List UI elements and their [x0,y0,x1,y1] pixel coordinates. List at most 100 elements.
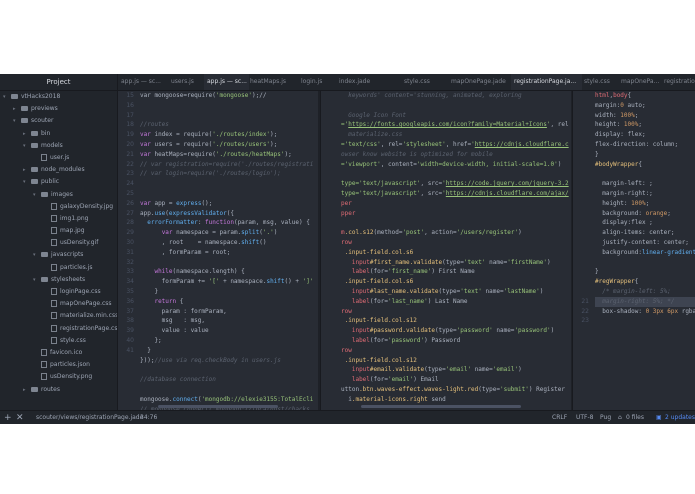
code-line[interactable]: per [341,199,571,209]
tab-5[interactable]: index.jade [336,74,401,90]
code-line[interactable]: row [341,238,571,248]
code-line[interactable]: owser know website is optimized for mobi… [341,150,571,160]
chevron-down-icon[interactable]: ▾ [33,249,41,261]
code-line[interactable]: i.material-icons.right send [341,395,571,405]
code-line[interactable]: keywords' content='stunning, animated, e… [341,91,571,101]
code-line[interactable]: row [341,307,571,317]
code-line[interactable]: // var registration=require('./routes/re… [140,160,318,170]
tree-file[interactable]: loginPage.css [0,286,117,298]
tree-folder[interactable]: ▸ node_modules [0,164,117,176]
code-line[interactable]: // var login=require('./routes/login'); [140,169,318,179]
file-path[interactable]: scouter/views/registrationPage.jade [36,411,143,424]
code-line[interactable]: } [140,287,318,297]
code-line[interactable]: param : formParam, [140,307,318,317]
code-line[interactable]: var mongoose=require('mongoose');// [140,91,318,101]
line-ending[interactable]: CRLF [552,411,567,424]
code-line[interactable] [140,111,318,121]
code-line[interactable]: height: 100%; [595,120,695,130]
code-line[interactable] [140,385,318,395]
tab-0[interactable]: app.js — sc... [118,74,169,90]
tree-file[interactable]: galaxyDensity.jpg [0,201,117,213]
code-line[interactable]: display:flex ; [595,218,695,228]
tab-8[interactable]: registrationPage.ja... [511,74,582,90]
code-line[interactable]: app.use(expressValidator({ [140,209,318,219]
code-line[interactable]: height: 100%; [595,199,695,209]
encoding[interactable]: UTF-8 [576,411,594,424]
code-line[interactable]: var users = require('./routes/users'); [140,140,318,150]
tree-folder[interactable]: ▾ scouter [0,115,117,127]
updates-count[interactable]: 2 updates [665,411,695,424]
code-line[interactable]: var namespace = param.split('.') [140,228,318,238]
code-line[interactable]: msg : msg, [140,316,318,326]
code-line[interactable]: pper [341,209,571,219]
tree-folder[interactable]: ▾ models [0,140,117,152]
code-line[interactable] [341,218,571,228]
cursor-position[interactable]: 34:76 [140,411,157,424]
code-line[interactable] [140,179,318,189]
tree-file[interactable]: img1.png [0,213,117,225]
code-line[interactable]: label(for='last_name') Last Name [341,297,571,307]
tab-11[interactable]: registration [661,74,695,90]
tab-1[interactable]: users.js [168,74,205,90]
tree-file[interactable]: user.js [0,152,117,164]
tree-folder[interactable]: ▾ stylesheets [0,274,117,286]
editor-pane-style-css[interactable]: 21 22 23 html,body{margin:0 auto; width: 10… [572,91,695,410]
code-line[interactable]: input#email.validate(type='email' name='… [341,365,571,375]
code-line[interactable] [341,169,571,179]
chevron-down-icon[interactable]: ▾ [3,91,11,103]
tree-file[interactable]: usDensity.png [0,371,117,383]
code-line[interactable]: input#password.validate(type='password' … [341,326,571,336]
tab-2[interactable]: app.js — sc... [204,74,249,90]
tree-file[interactable]: usDensity.gif [0,237,117,249]
chevron-down-icon[interactable]: ▾ [33,274,41,286]
code-area[interactable]: keywords' content='stunning, animated, e… [341,91,571,405]
code-line[interactable]: }; [140,336,318,346]
code-line[interactable]: ='https://fonts.googleapis.com/icon?fami… [341,120,571,130]
code-line[interactable]: align-items: center; [595,228,695,238]
code-line[interactable] [140,101,318,111]
code-line[interactable]: .input-field.col.s6 [341,248,571,258]
code-line[interactable]: label(for='first_name') First Name [341,267,571,277]
chevron-down-icon[interactable]: ▾ [13,115,21,127]
code-line[interactable]: errorFormatter: function(param, msg, val… [140,218,318,228]
code-line[interactable]: } [595,267,695,277]
code-line[interactable]: margin-right: 5%; */ [595,296,695,307]
tree-file[interactable]: registrationPage.css [0,323,117,335]
code-line[interactable]: } [595,150,695,160]
tree-file[interactable]: mapOnePage.css [0,298,117,310]
code-area[interactable]: var mongoose=require('mongoose');// //rou… [140,91,318,410]
horizontal-scrollbar[interactable] [361,405,521,408]
code-line[interactable]: var app = express(); [140,199,318,209]
files-count[interactable]: 0 files [626,411,644,424]
grammar[interactable]: Pug [600,411,611,424]
code-line[interactable] [595,258,695,268]
code-line[interactable]: .input-field.col.s6 [341,277,571,287]
tree-file[interactable]: map.jpg [0,225,117,237]
tab-3[interactable]: heatMaps.js [247,74,300,90]
code-line[interactable]: , root = namespace.shift() [140,238,318,248]
code-line[interactable]: while(namespace.length) { [140,267,318,277]
code-line[interactable]: var index = require('./routes/index'); [140,130,318,140]
code-line[interactable]: }));//use via req.checkBody in users.js [140,356,318,366]
code-line[interactable]: Google Icon Font [341,111,571,121]
code-line[interactable] [595,169,695,179]
chevron-down-icon[interactable]: ▾ [33,189,41,201]
code-line[interactable]: /* margin-left: 5%; [595,287,695,297]
code-line[interactable] [140,189,318,199]
code-line[interactable]: mongoose.connect('mongodb://elexie3155:T… [140,395,318,405]
code-line[interactable]: margin-left: ; [595,179,695,189]
code-line[interactable] [140,258,318,268]
code-line[interactable]: display: flex; [595,130,695,140]
code-line[interactable]: //database connection [140,375,318,385]
code-line[interactable]: margin:0 auto; [595,101,695,111]
editor-pane-app-js[interactable]: 15 16 17 18 19 20 21 22 23 24 25 26 27 28 29 30 31 32 33 34… [118,91,318,410]
tree-file[interactable]: particles.json [0,359,117,371]
code-line[interactable]: .input-field.col.s12 [341,316,571,326]
code-line[interactable]: type='text/javascript', src='https://cod… [341,179,571,189]
code-line[interactable]: input#last_name.validate(type='text' nam… [341,287,571,297]
code-line[interactable]: width: 100%; [595,111,695,121]
tree-file[interactable]: style.css [0,335,117,347]
tab-6[interactable]: style.css [401,74,449,90]
tree-folder[interactable]: ▾ javascripts [0,249,117,261]
code-line[interactable]: ='viewport', content='width=device-width… [341,160,571,170]
